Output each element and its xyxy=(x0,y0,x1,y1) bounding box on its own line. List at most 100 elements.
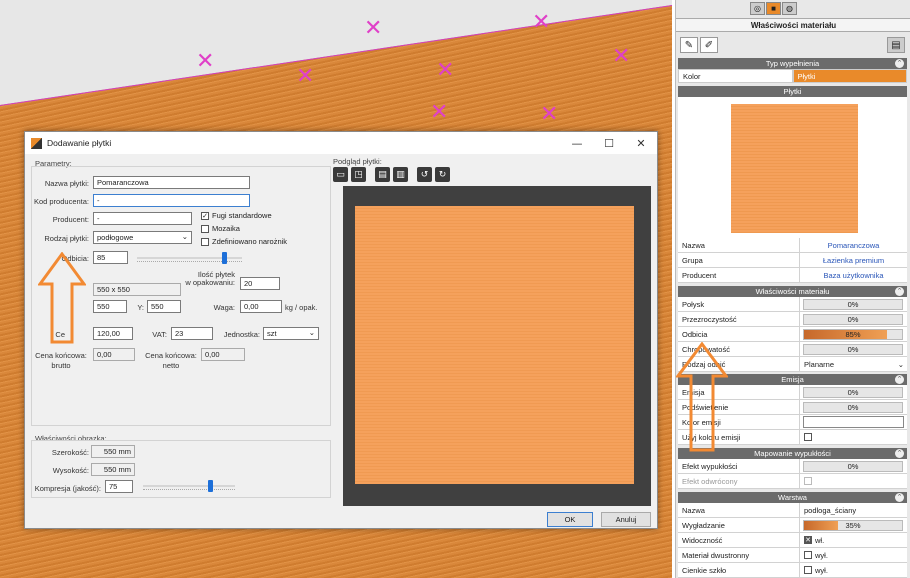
emission-slider[interactable]: 0% xyxy=(803,387,903,398)
minimize-button[interactable]: — xyxy=(561,132,593,154)
library-icon[interactable]: ▤ xyxy=(887,37,905,53)
tile-split-icon[interactable]: ▤ xyxy=(375,167,390,182)
fugi-checkbox[interactable]: ✓ Fugi standardowe xyxy=(201,211,272,220)
row-value[interactable]: Pomaranczowa xyxy=(800,238,907,252)
collapse-icon[interactable]: ⌃ xyxy=(895,287,904,296)
unit-select[interactable]: szt ⌄ xyxy=(263,327,319,340)
tab-material-icon[interactable]: ■ xyxy=(766,2,781,15)
ok-button[interactable]: OK xyxy=(547,512,593,527)
collapse-icon[interactable]: ⌃ xyxy=(895,375,904,384)
dialog-titlebar[interactable]: Dodawanie płytki — ☐ ✕ xyxy=(25,132,657,154)
cancel-button[interactable]: Anuluj xyxy=(601,512,651,527)
rotate-right-icon[interactable]: ↻ xyxy=(435,167,450,182)
collapse-icon[interactable]: ⌃ xyxy=(895,449,904,458)
row-key: Nazwa xyxy=(678,238,800,252)
package-count-input[interactable]: 20 xyxy=(240,277,280,290)
net-price-label: Cena końcowa: netto xyxy=(145,351,197,370)
package-count-label: Ilość płytek w opakowaniu: xyxy=(185,270,235,287)
bar-text: 85% xyxy=(845,330,861,339)
material-slider[interactable]: 85% xyxy=(803,329,903,340)
corner-checkbox[interactable]: Zdefiniowano narożnik xyxy=(201,237,287,246)
grid-marker-icon: ✕ xyxy=(540,102,559,127)
double-sided-checkbox[interactable]: wył. xyxy=(800,548,907,562)
row-key: Odbicia xyxy=(678,327,800,341)
vat-input[interactable]: 23 xyxy=(171,327,213,340)
compression-slider[interactable] xyxy=(143,480,235,492)
maximize-button[interactable]: ☐ xyxy=(593,132,625,154)
weight-input[interactable]: 0,00 xyxy=(240,300,282,313)
tile-thumbnail[interactable] xyxy=(731,104,858,233)
tile-type-select[interactable]: podłogowe ⌄ xyxy=(93,231,192,244)
slider-thumb[interactable] xyxy=(208,480,214,492)
checkbox-label: wył. xyxy=(815,550,828,560)
net-price-value: 0,00 xyxy=(201,348,245,361)
fill-type-tiles[interactable]: Płytki xyxy=(792,69,907,83)
smoothing-row: Wygładzanie 35% xyxy=(678,518,907,533)
row-key: Efekt wypukłości xyxy=(678,459,800,473)
eyedropper-icon[interactable]: ✎ xyxy=(680,37,698,53)
grid-marker-icon: ✕ xyxy=(296,64,315,89)
fill-type-color[interactable]: Kolor xyxy=(678,69,793,83)
row-key: Grupa xyxy=(678,253,800,267)
row-key: Połysk xyxy=(678,297,800,311)
visibility-checkbox[interactable]: ✕ wł. xyxy=(800,533,907,547)
chevron-down-icon: ⌄ xyxy=(181,232,188,241)
slider-thumb[interactable] xyxy=(222,252,227,264)
tiles-title: Płytki xyxy=(783,87,802,96)
bar-text: 35% xyxy=(845,521,861,530)
y-input[interactable]: 550 xyxy=(147,300,181,313)
material-slider[interactable]: 0% xyxy=(803,344,903,355)
preview-toolbar: ▭ ◳ ▤ ▥ ↺ ↻ xyxy=(333,167,450,182)
collapse-icon[interactable]: ⌃ xyxy=(895,59,904,68)
gross-price-value: 0,00 xyxy=(93,348,135,361)
reflection-slider[interactable] xyxy=(137,252,242,264)
tile-columns-icon[interactable]: ▥ xyxy=(393,167,408,182)
tile-edit-icon[interactable]: ◳ xyxy=(351,167,366,182)
tile-name-input[interactable]: Pomaranczowa xyxy=(93,176,250,189)
producer-input[interactable]: - xyxy=(93,212,192,225)
material-header[interactable]: Właściwości materiału ⌃ xyxy=(678,286,907,297)
size-display: 550 x 550 xyxy=(93,283,181,296)
tab-camera-icon[interactable]: ◎ xyxy=(750,2,765,15)
reflection-type-select[interactable]: Planarne ⌄ xyxy=(800,357,907,371)
mozaika-checkbox[interactable]: Mozaika xyxy=(201,224,240,233)
checkbox-box xyxy=(201,224,209,233)
material-slider[interactable]: 0% xyxy=(803,314,903,325)
tab-settings-icon[interactable]: ◍ xyxy=(782,2,797,15)
wall-surface xyxy=(0,0,672,106)
price-input[interactable]: 120,00 xyxy=(93,327,133,340)
unit-value: szt xyxy=(267,329,277,338)
tiles-header[interactable]: Płytki xyxy=(678,86,907,97)
thin-glass-checkbox[interactable]: wył. xyxy=(800,563,907,577)
layer-header[interactable]: Warstwa ⌃ xyxy=(678,492,907,503)
emission-title: Emisja xyxy=(781,375,804,384)
collapse-icon[interactable]: ⌃ xyxy=(895,493,904,502)
row-value[interactable]: Baza użytkownika xyxy=(800,268,907,282)
layer-name-value[interactable]: podloga_ściany xyxy=(800,503,907,517)
checkbox-box xyxy=(804,433,812,441)
chevron-down-icon: ⌄ xyxy=(897,360,904,369)
fill-type-header[interactable]: Typ wypełnienia ⌃ xyxy=(678,58,907,69)
use-emission-checkbox[interactable] xyxy=(800,430,907,444)
weight-label: Waga: xyxy=(213,303,235,312)
material-slider[interactable]: 0% xyxy=(803,299,903,310)
rotate-left-icon[interactable]: ↺ xyxy=(417,167,432,182)
grid-marker-icon: ✕ xyxy=(532,10,551,35)
close-button[interactable]: ✕ xyxy=(625,132,657,154)
smoothing-slider[interactable]: 35% xyxy=(803,520,903,531)
compression-input[interactable]: 75 xyxy=(105,480,133,493)
paint-icon[interactable]: ✐ xyxy=(700,37,718,53)
x-input[interactable]: 550 xyxy=(93,300,127,313)
tile-view-icon[interactable]: ▭ xyxy=(333,167,348,182)
backlight-slider[interactable]: 0% xyxy=(803,402,903,413)
material-row: Odbicia 85% xyxy=(678,327,907,342)
row-value[interactable]: Łazienka premium xyxy=(800,253,907,267)
bar-text: 0% xyxy=(847,300,859,309)
reflection-input[interactable]: 85 xyxy=(93,251,128,264)
checkbox-label: wł. xyxy=(815,535,825,545)
grid-marker-icon: ✕ xyxy=(364,16,383,41)
producer-code-input[interactable]: - xyxy=(93,194,250,207)
tile-preview-frame xyxy=(343,186,651,506)
bump-slider[interactable]: 0% xyxy=(803,461,903,472)
emission-color-field[interactable] xyxy=(803,416,904,428)
